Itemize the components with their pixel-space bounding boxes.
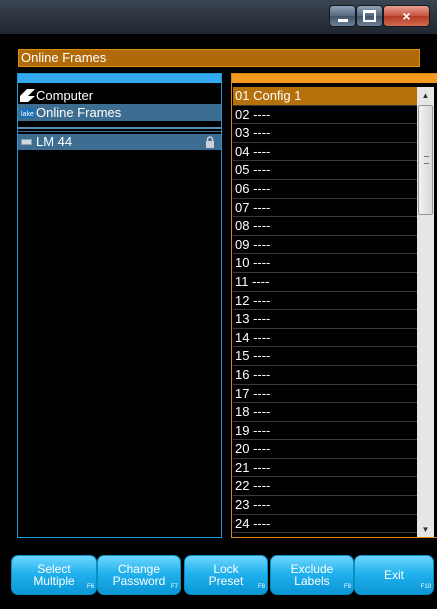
tree-divider [18, 127, 221, 129]
tree-item-online-frames[interactable]: lake Online Frames [18, 104, 221, 121]
tree-item-label: Online Frames [36, 105, 122, 120]
grip-icon [424, 156, 429, 164]
minimize-icon [337, 18, 348, 22]
fkey-hint: F6 [86, 584, 94, 590]
scroll-up-icon[interactable]: ▲ [417, 87, 434, 103]
preset-row[interactable]: 24 ---- [233, 515, 417, 534]
preset-row[interactable]: 18 ---- [233, 403, 417, 422]
preset-row[interactable]: 19 ---- [233, 422, 417, 441]
left-panel-header-bar [18, 74, 221, 83]
fkey-hint: F7 [170, 584, 178, 590]
right-panel-header-bar [232, 74, 437, 83]
preset-row[interactable]: 03 ---- [233, 124, 417, 143]
fkey-hint: F8 [257, 584, 265, 590]
preset-row[interactable]: 11 ---- [233, 273, 417, 292]
preset-row[interactable]: 20 ---- [233, 440, 417, 459]
minimize-button[interactable] [329, 5, 356, 27]
preset-row[interactable]: 22 ---- [233, 477, 417, 497]
device-lm44[interactable]: LM 44 [18, 134, 221, 150]
preset-row[interactable]: 10 ---- [233, 254, 417, 273]
maximize-icon [363, 10, 376, 22]
button-label: Lock Preset [208, 562, 244, 588]
tree-item-computer[interactable]: Computer [18, 87, 221, 104]
frames-tree-panel: Computer lake Online Frames LM 44 [17, 73, 222, 538]
button-label: Exclude Labels [290, 562, 334, 588]
app-window: × Online Frames Computer lake Online Fra… [0, 0, 437, 609]
button-label: Exit [383, 568, 404, 582]
preset-row[interactable]: 21 ---- [233, 459, 417, 478]
preset-row[interactable]: 14 ---- [233, 329, 417, 348]
preset-row[interactable]: 13 ---- [233, 310, 417, 329]
exclude-labels-button[interactable]: Exclude Labels F9 [270, 555, 354, 595]
computer-icon [20, 89, 35, 102]
preset-row[interactable]: 23 ---- [233, 496, 417, 515]
maximize-button[interactable] [356, 5, 383, 27]
preset-row[interactable]: 08 ---- [233, 217, 417, 236]
preset-scrollbar[interactable]: ▲ ▼ [417, 87, 434, 537]
preset-row[interactable]: 05 ---- [233, 161, 417, 180]
device-label: LM 44 [36, 134, 73, 149]
title-bar[interactable]: × [0, 0, 437, 34]
close-button[interactable]: × [383, 5, 430, 27]
device-icon [21, 139, 32, 145]
preset-row[interactable]: 06 ---- [233, 180, 417, 199]
preset-row[interactable]: 12 ---- [233, 292, 417, 311]
lock-preset-button[interactable]: Lock Preset F8 [184, 555, 268, 595]
select-multiple-button[interactable]: Select Multiple F6 [11, 555, 97, 595]
fkey-hint: F9 [343, 584, 351, 590]
preset-row[interactable]: 07 ---- [233, 199, 417, 218]
scroll-down-icon[interactable]: ▼ [417, 521, 434, 537]
lake-icon: lake [20, 108, 35, 118]
exit-button[interactable]: Exit F10 [354, 555, 434, 595]
tree-item-label: Computer [36, 88, 94, 103]
panel-title: Online Frames [18, 49, 420, 67]
preset-row[interactable]: 01 Config 1 [233, 87, 417, 106]
preset-row[interactable]: 04 ---- [233, 143, 417, 162]
preset-row[interactable]: 02 ---- [233, 106, 417, 125]
svg-text:lake: lake [21, 111, 34, 118]
change-password-button[interactable]: Change Password F7 [97, 555, 181, 595]
preset-row[interactable]: 16 ---- [233, 366, 417, 385]
preset-row[interactable]: 09 ---- [233, 236, 417, 255]
preset-row[interactable]: 17 ---- [233, 385, 417, 404]
tree-divider [18, 131, 221, 132]
lock-icon[interactable] [205, 136, 215, 148]
button-label: Change Password [112, 562, 166, 588]
close-icon: × [402, 8, 411, 24]
preset-list-panel: 01 Config 1 02 ---- 03 ---- 04 ---- 05 ---- 0… [231, 73, 437, 538]
preset-list: 01 Config 1 02 ---- 03 ---- 04 ---- 05 ---- 0… [233, 87, 417, 534]
button-label: Select Multiple [33, 562, 75, 588]
scrollbar-thumb[interactable] [418, 105, 433, 215]
fkey-hint: F10 [420, 584, 431, 590]
preset-row[interactable]: 15 ---- [233, 347, 417, 366]
